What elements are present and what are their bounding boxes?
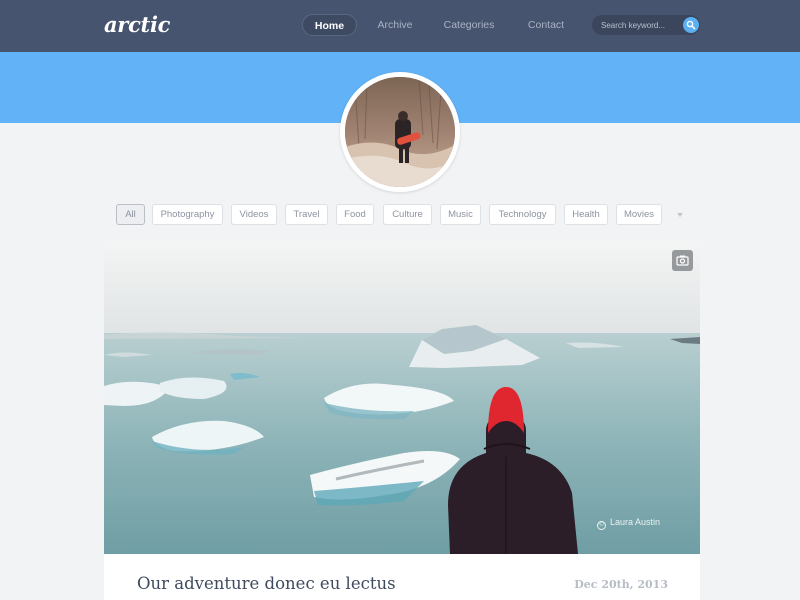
post-hero-image[interactable]: [104, 243, 700, 554]
filter-videos[interactable]: Videos: [231, 204, 277, 225]
search-icon: [686, 20, 696, 30]
photo-credit[interactable]: © Laura Austin: [597, 517, 661, 530]
post-date: Dec 20th, 2013: [574, 578, 668, 591]
camera-button[interactable]: [672, 250, 693, 271]
search-box: [592, 15, 700, 35]
profile-avatar[interactable]: [340, 72, 460, 192]
photographer-icon: ©: [597, 521, 606, 530]
top-nav: arctic Home Archive Categories Contact: [0, 0, 800, 52]
post-title[interactable]: Our adventure donec eu lectus: [137, 574, 396, 593]
filter-all[interactable]: All: [116, 204, 145, 225]
nav-item-home[interactable]: Home: [302, 14, 357, 36]
filter-music[interactable]: Music: [440, 204, 481, 225]
camera-icon: [676, 255, 689, 266]
filter-food[interactable]: Food: [336, 204, 374, 225]
nav-item-contact[interactable]: Contact: [522, 14, 570, 36]
filter-photography[interactable]: Photography: [152, 204, 223, 225]
nav-item-archive[interactable]: Archive: [372, 14, 418, 36]
search-button[interactable]: [683, 17, 699, 33]
search-input[interactable]: [601, 15, 681, 35]
caret-down-icon[interactable]: [675, 211, 685, 219]
avatar-photo: [345, 77, 455, 187]
filter-movies[interactable]: Movies: [616, 204, 662, 225]
filter-health[interactable]: Health: [564, 204, 608, 225]
filter-travel[interactable]: Travel: [285, 204, 328, 225]
photo-credit-name: Laura Austin: [610, 517, 661, 527]
nav-item-categories[interactable]: Categories: [440, 14, 498, 36]
filter-technology[interactable]: Technology: [489, 204, 556, 225]
filter-culture[interactable]: Culture: [383, 204, 432, 225]
site-logo[interactable]: arctic: [104, 12, 170, 37]
